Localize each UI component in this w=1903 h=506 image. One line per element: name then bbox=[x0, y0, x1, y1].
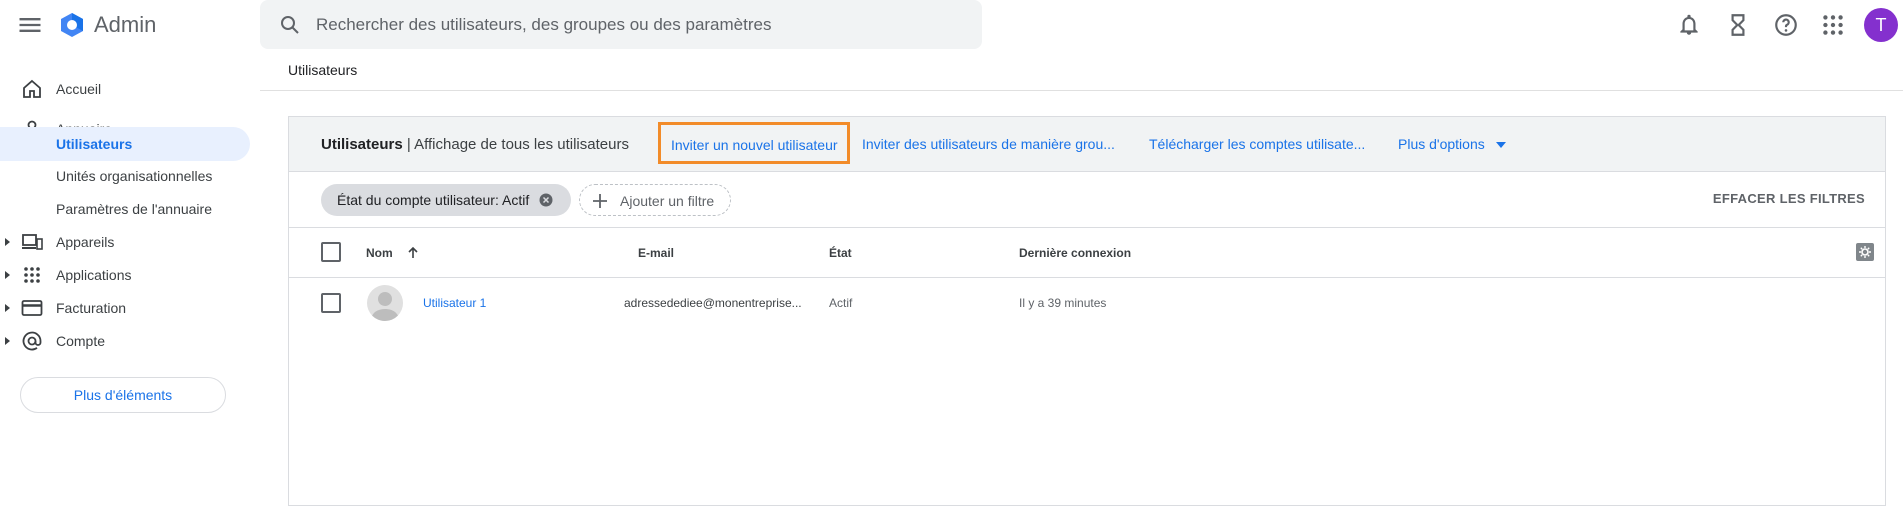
sidebar-item-utilisateurs[interactable]: Utilisateurs bbox=[0, 127, 250, 161]
user-last-login: Il y a 39 minutes bbox=[1019, 296, 1107, 310]
column-header-email[interactable]: E-mail bbox=[638, 246, 674, 260]
invite-new-user-button[interactable]: Inviter un nouvel utilisateur bbox=[658, 122, 850, 164]
users-card: Utilisateurs | Affichage de tous les uti… bbox=[288, 116, 1886, 506]
card-title: Utilisateurs | Affichage de tous les uti… bbox=[321, 136, 629, 153]
at-sign-icon bbox=[20, 329, 44, 353]
account-avatar[interactable]: T bbox=[1864, 8, 1898, 42]
row-checkbox[interactable] bbox=[321, 293, 341, 313]
remove-filter-icon[interactable] bbox=[539, 193, 553, 207]
divider bbox=[260, 90, 1903, 91]
user-name-link[interactable]: Utilisateur 1 bbox=[423, 296, 486, 310]
table-row[interactable]: Utilisateur 1 adressedediee@monentrepris… bbox=[289, 278, 1885, 328]
user-email: adressedediee@monentreprise... bbox=[624, 296, 802, 310]
search-input[interactable] bbox=[316, 0, 956, 49]
more-items-button[interactable]: Plus d'éléments bbox=[20, 377, 226, 413]
devices-icon bbox=[20, 230, 44, 254]
download-accounts-link[interactable]: Télécharger les comptes utilisate... bbox=[1149, 136, 1365, 152]
notifications-bell-icon[interactable] bbox=[1676, 12, 1702, 38]
plus-icon bbox=[592, 193, 608, 209]
invite-bulk-users-link[interactable]: Inviter des utilisateurs de manière grou… bbox=[862, 136, 1115, 152]
table-header: Nom E-mail État Dernière connexion bbox=[289, 228, 1885, 278]
home-icon bbox=[20, 77, 44, 101]
column-header-last-login[interactable]: Dernière connexion bbox=[1019, 246, 1131, 260]
search-bar[interactable] bbox=[260, 0, 982, 49]
add-filter-label: Ajouter un filtre bbox=[620, 193, 715, 209]
breadcrumb: Utilisateurs bbox=[288, 62, 358, 78]
user-avatar bbox=[367, 285, 403, 321]
sidebar-item-label: Compte bbox=[56, 333, 106, 349]
caret-right-icon bbox=[2, 303, 12, 313]
caret-right-icon bbox=[2, 336, 12, 346]
invite-new-user-label: Inviter un nouvel utilisateur bbox=[671, 137, 838, 153]
credit-card-icon bbox=[20, 296, 44, 320]
apps-grid-icon bbox=[20, 263, 44, 287]
menu-icon[interactable] bbox=[16, 11, 44, 39]
app-title: Admin bbox=[94, 12, 157, 37]
user-status: Actif bbox=[829, 296, 853, 310]
hourglass-icon[interactable] bbox=[1725, 12, 1751, 38]
card-title-subtitle: | Affichage de tous les utilisateurs bbox=[402, 136, 629, 153]
filter-bar: État du compte utilisateur: Actif Ajoute… bbox=[289, 172, 1885, 228]
sidebar-item-accueil[interactable]: Accueil bbox=[0, 70, 250, 108]
sidebar-nav: Accueil Annuaire Utilisateurs Unités org… bbox=[0, 70, 260, 494]
apps-launcher-icon[interactable] bbox=[1820, 12, 1846, 38]
select-all-checkbox[interactable] bbox=[321, 242, 341, 262]
filter-chip-label: État du compte utilisateur: Actif bbox=[337, 192, 530, 208]
help-icon[interactable] bbox=[1773, 12, 1799, 38]
more-options-button[interactable]: Plus d'options bbox=[1398, 136, 1485, 152]
clear-filters-button[interactable]: EFFACER LES FILTRES bbox=[1713, 191, 1865, 206]
card-title-main: Utilisateurs bbox=[321, 136, 403, 153]
caret-down-icon[interactable] bbox=[1495, 141, 1507, 149]
sort-ascending-icon[interactable] bbox=[406, 246, 420, 260]
admin-logo-icon bbox=[58, 11, 86, 39]
sidebar-item-compte[interactable]: Compte bbox=[0, 322, 250, 360]
search-icon bbox=[278, 13, 302, 37]
filter-chip-account-status[interactable]: État du compte utilisateur: Actif bbox=[321, 184, 571, 216]
top-app-bar: Admin T bbox=[0, 0, 1903, 50]
column-header-name[interactable]: Nom bbox=[366, 246, 393, 260]
column-header-status[interactable]: État bbox=[829, 246, 852, 260]
caret-right-icon bbox=[2, 270, 12, 280]
card-toolbar: Utilisateurs | Affichage de tous les uti… bbox=[289, 117, 1885, 172]
column-settings-icon[interactable] bbox=[1855, 242, 1875, 262]
sidebar-item-label: Utilisateurs bbox=[56, 136, 133, 152]
sidebar-item-label: Accueil bbox=[56, 81, 102, 97]
add-filter-button[interactable]: Ajouter un filtre bbox=[579, 184, 731, 216]
caret-right-icon bbox=[2, 237, 12, 247]
